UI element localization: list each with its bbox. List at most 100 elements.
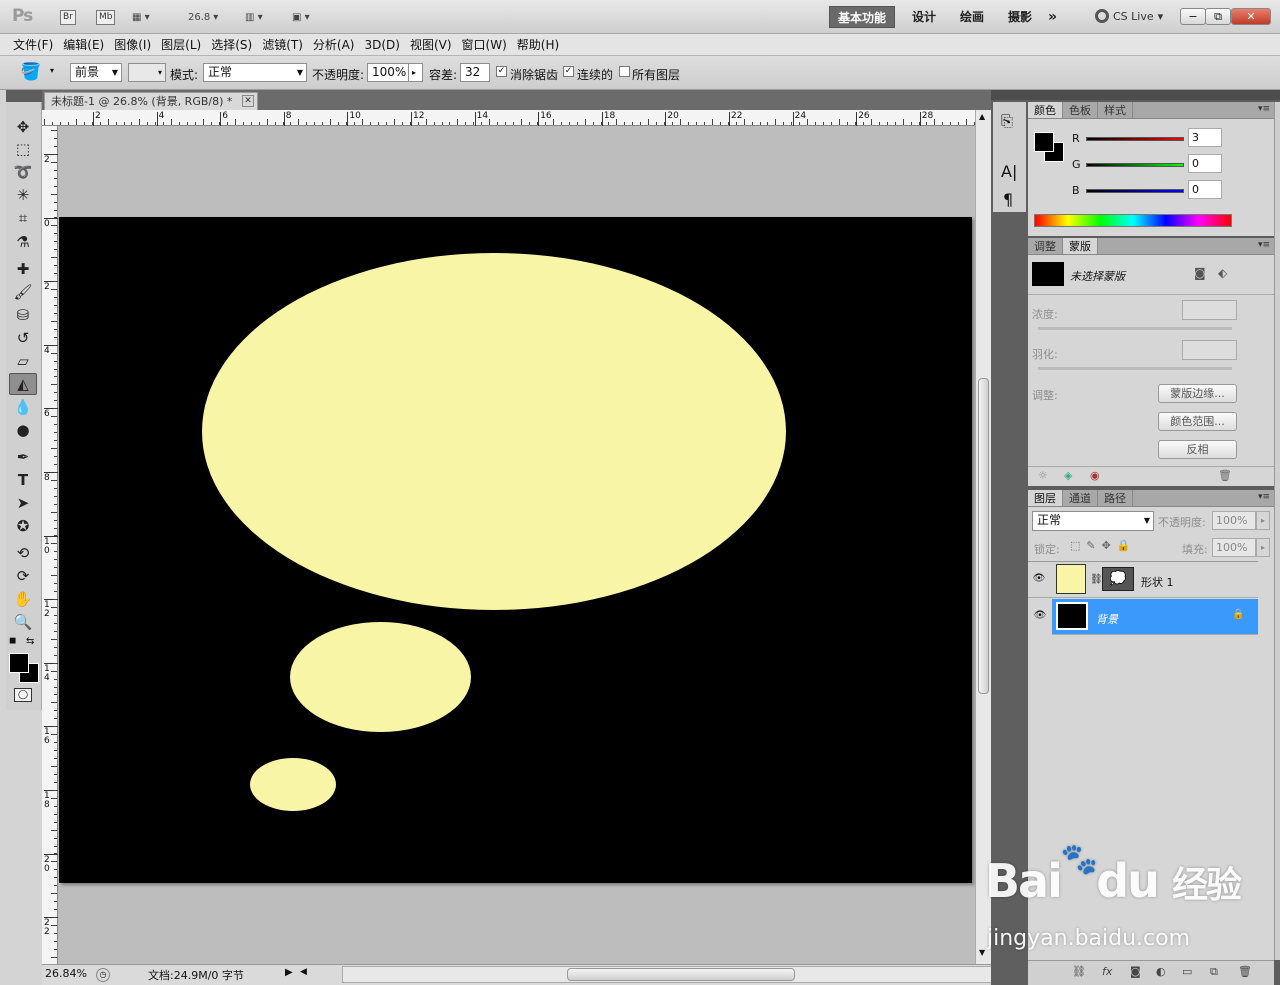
add-vector-mask-icon[interactable]: ⬖ (1218, 266, 1227, 280)
character-panel-icon[interactable]: A| (1001, 162, 1017, 181)
blend-mode-select[interactable]: 正常 ▼ (1032, 511, 1154, 531)
mask-edge-button[interactable]: 蒙版边缘... (1158, 384, 1237, 403)
menu-select[interactable]: 选择(S) (206, 36, 257, 53)
arrange-documents-button[interactable]: ▥ ▾ (245, 8, 263, 26)
document-canvas[interactable] (59, 217, 972, 883)
quick-mask-icon[interactable]: ◯ (14, 688, 32, 702)
menu-image[interactable]: 图像(I) (109, 36, 156, 53)
foreground-color-swatch[interactable] (9, 653, 29, 673)
scroll-up-icon[interactable]: ▲ (979, 112, 985, 121)
invert-button[interactable]: 反相 (1158, 440, 1237, 459)
dodge-tool-icon[interactable]: ● (9, 419, 37, 441)
crop-tool-icon[interactable]: ⌗ (9, 207, 37, 229)
blue-slider[interactable] (1086, 189, 1184, 193)
contiguous-checkbox[interactable]: ✓ (563, 66, 574, 77)
workspace-photography[interactable]: 摄影 (1000, 6, 1040, 28)
pattern-picker[interactable]: ▾ (128, 63, 166, 82)
link-layers-icon[interactable]: ⛓ (1072, 965, 1086, 978)
feather-slider[interactable] (1038, 367, 1232, 370)
view-extras-button[interactable]: ▦ ▾ (132, 8, 150, 26)
workspace-design[interactable]: 设计 (904, 6, 944, 28)
bridge-button[interactable]: Br (60, 8, 76, 26)
fill-source-select[interactable]: 前景 ▼ (70, 63, 122, 82)
tolerance-input[interactable]: 32 (460, 63, 490, 82)
new-group-icon[interactable]: ▭ (1182, 965, 1192, 978)
load-selection-icon[interactable]: ☼ (1038, 469, 1048, 482)
panel-scrollbar[interactable] (1274, 102, 1280, 960)
zoom-tool-icon[interactable]: 🔍 (9, 611, 37, 633)
tab-styles[interactable]: 样式 (1098, 102, 1133, 118)
marquee-tool-icon[interactable]: ⬚ (9, 138, 37, 160)
blur-tool-icon[interactable]: 💧 (9, 396, 37, 418)
tab-color[interactable]: 颜色 (1028, 102, 1063, 118)
workspace-painting[interactable]: 绘画 (952, 6, 992, 28)
healing-brush-tool-icon[interactable]: ✚ (9, 258, 37, 280)
visibility-eye-icon[interactable]: 👁 (1032, 573, 1046, 587)
tab-layers[interactable]: 图层 (1028, 490, 1063, 506)
paragraph-panel-icon[interactable]: ¶ (1003, 190, 1013, 209)
lasso-tool-icon[interactable]: ➰ (9, 161, 37, 183)
menu-view[interactable]: 视图(V) (405, 36, 457, 53)
type-tool-icon[interactable]: T (9, 469, 37, 491)
mini-bridge-button[interactable]: Mb (96, 8, 116, 26)
layer-fill-input[interactable]: 100% (1212, 538, 1256, 557)
antialias-checkbox[interactable]: ✓ (496, 66, 507, 77)
red-slider[interactable] (1086, 137, 1184, 141)
move-tool-icon[interactable]: ✥ (9, 116, 37, 138)
horizontal-scroll-thumb[interactable] (567, 968, 795, 981)
eraser-tool-icon[interactable]: ▱ (9, 350, 37, 372)
fg-color-chip[interactable] (1034, 132, 1054, 152)
close-tab-icon[interactable]: ✕ (242, 95, 254, 107)
document-tab[interactable]: 未标题-1 @ 26.8% (背景, RGB/8) * ✕ (44, 92, 258, 110)
paint-bucket-tool-preset-icon[interactable]: 🪣 (20, 62, 41, 82)
cs-live-button[interactable]: CS Live ▾ (1095, 9, 1163, 23)
density-input[interactable] (1182, 300, 1237, 320)
default-colors-icon[interactable]: ◼ (9, 636, 16, 646)
layer-opacity-input[interactable]: 100% (1212, 511, 1256, 530)
pen-tool-icon[interactable]: ✒ (9, 446, 37, 468)
vertical-scrollbar[interactable]: ▲ ▼ (975, 110, 991, 964)
visibility-eye-icon[interactable]: 👁 (1028, 599, 1052, 635)
vertical-scroll-thumb[interactable] (978, 378, 989, 694)
brush-tool-icon[interactable]: 🖌 (9, 281, 37, 303)
color-spectrum-bar[interactable] (1034, 214, 1232, 227)
custom-shape-tool-icon[interactable]: ✪ (9, 515, 37, 537)
3d-orbit-tool-icon[interactable]: ⟳ (9, 565, 37, 587)
add-mask-icon[interactable]: ◙ (1130, 965, 1141, 978)
panel-menu-icon[interactable]: ▾≡ (1258, 240, 1270, 250)
layer-row[interactable]: 👁 ⛓ 💭 形状 1 (1028, 562, 1258, 598)
path-selection-tool-icon[interactable]: ➤ (9, 492, 37, 514)
blue-input[interactable]: 0 (1188, 180, 1222, 199)
mode-select[interactable]: 正常 ▼ (203, 63, 307, 82)
red-input[interactable]: 3 (1188, 128, 1222, 147)
status-info-icon[interactable]: ◷ (96, 968, 110, 982)
menu-file[interactable]: 文件(F) (8, 36, 58, 53)
lock-icons[interactable]: ⬚✎✥🔒 (1070, 539, 1137, 552)
horizontal-scrollbar[interactable] (342, 966, 1012, 983)
eyedropper-tool-icon[interactable]: ⚗ (9, 231, 37, 253)
status-menu-arrow-icon[interactable]: ▶ (285, 967, 293, 978)
menu-window[interactable]: 窗口(W) (457, 36, 512, 53)
layer-row-selected[interactable]: 👁 背景 🔒 (1028, 599, 1258, 635)
tab-paths[interactable]: 路径 (1098, 490, 1133, 506)
adjustment-layer-icon[interactable]: ◐ (1156, 965, 1166, 978)
paint-bucket-tool-icon[interactable]: ◭ (9, 373, 37, 395)
restore-button[interactable]: ⧉ (1205, 8, 1231, 25)
delete-layer-icon[interactable]: 🗑 (1238, 965, 1252, 978)
color-range-button[interactable]: 颜色范围... (1158, 412, 1237, 431)
feather-input[interactable] (1182, 340, 1237, 360)
menu-edit[interactable]: 编辑(E) (58, 36, 109, 53)
workspace-essentials[interactable]: 基本功能 (829, 6, 896, 28)
quick-selection-tool-icon[interactable]: ✳ (9, 184, 37, 206)
green-slider[interactable] (1086, 163, 1184, 167)
history-brush-tool-icon[interactable]: ↺ (9, 327, 37, 349)
apply-mask-icon[interactable]: ◈ (1064, 469, 1072, 482)
tab-channels[interactable]: 通道 (1063, 490, 1098, 506)
layer-style-icon[interactable]: fx (1102, 965, 1112, 978)
delete-mask-icon[interactable]: 🗑 (1218, 469, 1232, 482)
menu-filter[interactable]: 滤镜(T) (257, 36, 308, 53)
screen-mode-button[interactable]: ▣ ▾ (292, 8, 310, 26)
menu-3d[interactable]: 3D(D) (359, 38, 404, 52)
new-layer-icon[interactable]: ⧉ (1210, 965, 1218, 979)
scroll-left-icon[interactable]: ◀ (300, 967, 307, 977)
